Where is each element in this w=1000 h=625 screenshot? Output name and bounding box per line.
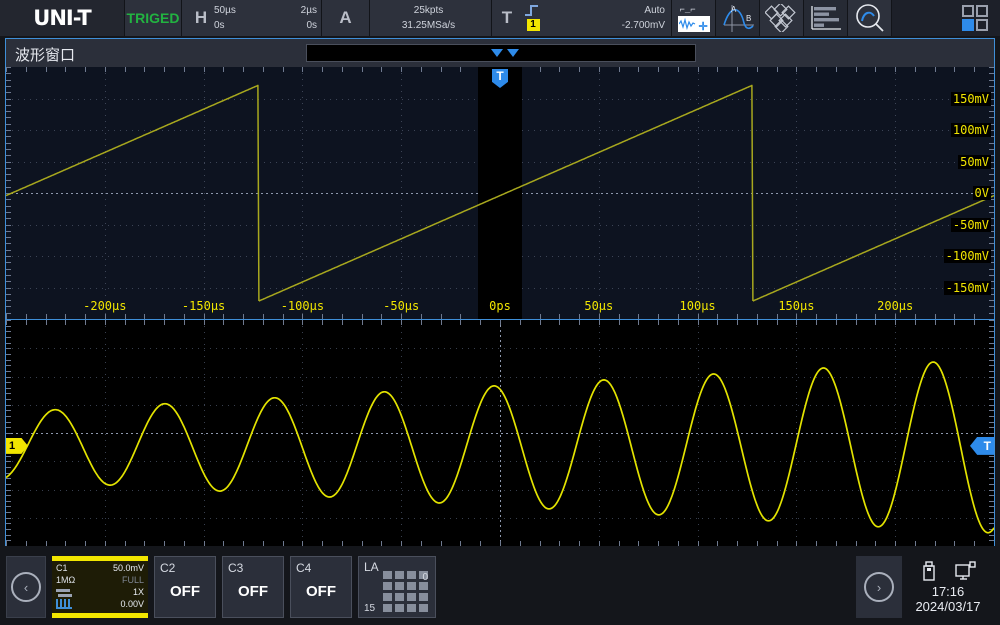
time-label: 100µs [680,299,716,313]
rising-edge-icon [525,5,541,18]
channel-c1-panel[interactable]: C1 50.0mV 1MΩ FULL 1X 0.00V [52,556,148,618]
dc-coupling-icon [56,588,72,597]
waveform-window: 波形窗口 T 150mV100mV50mV0V-50mV-100mV-150mV… [5,38,995,546]
voltage-label: -100mV [944,249,991,263]
channel-c3-panel[interactable]: C3 OFF [222,556,284,618]
quad-cell-4[interactable] [976,19,988,31]
voltage-label: 50mV [958,155,991,169]
quad-cell-1[interactable] [962,5,974,17]
c2-state: OFF [155,583,215,600]
voltage-label: 100mV [951,123,991,137]
time-label: -200µs [83,299,126,313]
main-waveform-pane[interactable]: T 150mV100mV50mV0V-50mV-100mV-150mV -200… [6,67,994,320]
channel-c2-panel[interactable]: C2 OFF [154,556,216,618]
c1-impedance: 1MΩ [56,574,75,586]
time-label: -50µs [383,299,419,313]
time-label: 0ps [486,299,514,313]
c3-label: C3 [228,561,243,575]
brand-logo: UNI-T [0,0,125,36]
c4-state: OFF [291,583,351,600]
zoom-waveform-pane[interactable]: 1 T [6,320,994,546]
clock-time: 17:16 [932,584,965,599]
clock-date: 2024/03/17 [915,599,980,614]
zoom-waveform-trace [6,320,994,546]
page-title: 波形窗口 [15,44,75,65]
prev-chevron-icon: ‹ [11,572,41,602]
trigger-letter: T [494,8,520,28]
sample-rate: 31.25MSa/s [402,18,455,33]
quad-cell-3-active[interactable] [962,19,974,31]
c1-label: C1 [56,562,68,574]
trigger-status-badge: TRIGED [125,0,182,36]
trigger-settings[interactable]: T 1 Auto -2.700mV [492,0,672,36]
voltage-label: -150mV [944,281,991,295]
bandwidth-limit-icon [56,599,72,609]
prev-icon[interactable]: ‹ [6,556,46,618]
la-channel-grid-icon [383,571,428,612]
time-label: 50µs [584,299,613,313]
horizontal-zoom-delay: 0s [306,18,317,33]
voltage-label: 150mV [951,92,991,106]
acquire-settings[interactable]: 25kpts 31.25MSa/s [370,0,492,36]
waveform-window-titlebar: 波形窗口 [6,39,994,67]
trigger-level: -2.700mV [622,18,665,33]
trigger-status-text: TRIGED [127,10,180,26]
la-zero-label: 0 [422,572,428,583]
svg-text:A: A [731,5,737,14]
status-area: 17:16 2024/03/17 [902,556,994,618]
search-zoom-icon[interactable] [848,0,892,36]
trigger-mode: Auto [644,3,665,18]
c2-label: C2 [160,561,175,575]
decode-icon[interactable] [760,0,804,36]
logic-analyzer-panel[interactable]: LA 0 15 [358,556,436,618]
horizontal-delay: 0s [214,18,225,33]
time-label: 200µs [877,299,913,313]
acquire-letter-cell[interactable]: A [322,0,370,36]
next-icon[interactable]: › [856,556,902,618]
brand-logo-text: UNI-T [33,6,90,30]
c1-bandwidth: FULL [122,574,144,586]
c1-probe: 1X [133,586,144,598]
acquire-letter: A [333,8,359,28]
quad-cell-2[interactable] [976,5,988,17]
bottom-bar: ‹ C1 50.0mV 1MΩ FULL 1X 0.00V [0,549,1000,625]
voltage-label: 0V [973,186,991,200]
channel-c4-panel[interactable]: C4 OFF [290,556,352,618]
next-chevron-icon: › [864,572,894,602]
quad-layout-icon[interactable] [950,0,1000,36]
svg-text:B: B [746,14,751,23]
la-count-label: 15 [364,603,375,614]
voltage-label: -50mV [951,218,991,232]
horizontal-scale: 50µs [214,3,236,18]
top-toolbar: UNI-T TRIGED H 50µs 2µs 0s 0s A 2 [0,0,1000,36]
horizontal-letter: H [188,8,214,28]
c1-scale: 50.0mV [113,562,144,574]
histogram-icon[interactable] [804,0,848,36]
oscilloscope-screen: UNI-T TRIGED H 50µs 2µs 0s 0s A 2 [0,0,1000,625]
toolbar-spacer [892,0,950,36]
la-label: LA [364,560,379,574]
zoom-marker-left-icon[interactable] [491,49,503,57]
c1-offset: 0.00V [120,598,144,610]
horizontal-settings[interactable]: H 50µs 2µs 0s 0s [182,0,322,36]
main-waveform-trace [6,67,994,319]
lan-icon[interactable] [955,560,977,582]
math-function-icon[interactable]: A B [716,0,760,36]
time-label: 150µs [778,299,814,313]
horizontal-zoom-scale: 2µs [301,3,317,18]
c3-state: OFF [223,583,283,600]
usb-icon[interactable] [919,560,939,582]
memory-depth: 25kpts [414,3,443,18]
c4-label: C4 [296,561,311,575]
zoom-position-bar[interactable] [306,44,696,62]
zoom-marker-right-icon[interactable] [507,49,519,57]
time-label: -100µs [281,299,324,313]
time-label: -150µs [182,299,225,313]
trigger-source-badge: 1 [527,19,540,31]
measure-icon[interactable]: ⌐_⌐ ✛ [672,0,716,36]
